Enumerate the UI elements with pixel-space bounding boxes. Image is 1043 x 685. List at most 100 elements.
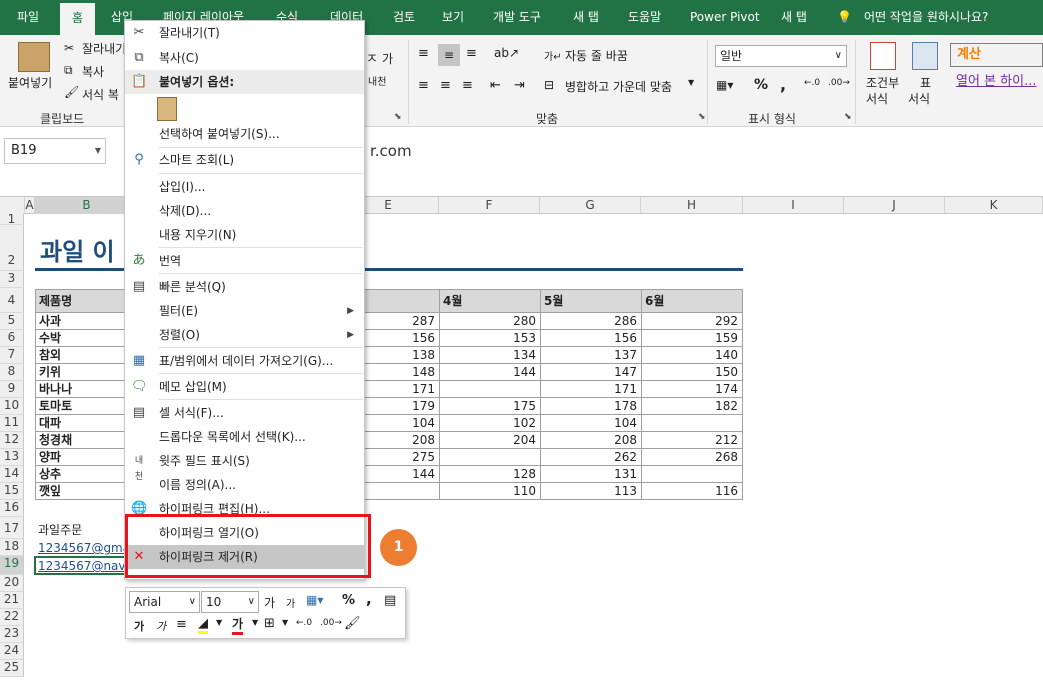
tab-file[interactable]: 파일 [17, 0, 39, 35]
value-cell-f[interactable]: 144 [439, 364, 541, 381]
value-cell-e[interactable]: 287 [364, 313, 440, 330]
menu-filter[interactable]: 필터(E) ▶ [125, 299, 364, 323]
tab-help[interactable]: 도움말 [628, 0, 661, 35]
row-header[interactable]: 11 [0, 415, 24, 432]
wrap-text-button[interactable]: 자동 줄 바꿈 [565, 47, 628, 64]
name-box[interactable]: B19 ▼ [4, 138, 106, 164]
value-cell-e[interactable]: 144 [364, 466, 440, 483]
row-header[interactable]: 23 [0, 626, 24, 643]
value-cell-h[interactable]: 292 [641, 313, 743, 330]
value-cell-h[interactable] [641, 466, 743, 483]
menu-pick-dropdown[interactable]: 드롭다운 목록에서 선택(K)... [125, 425, 364, 449]
value-cell-f[interactable]: 153 [439, 330, 541, 347]
formula-input[interactable]: r.com [370, 142, 412, 160]
style-calculation[interactable]: 계산 [950, 43, 1043, 67]
menu-get-data[interactable]: ▦ 표/범위에서 데이터 가져오기(G)... [125, 349, 364, 373]
value-cell-f[interactable]: 175 [439, 398, 541, 415]
menu-delete[interactable]: 삭제(D)... [125, 199, 364, 223]
product-name-cell[interactable]: 사과 [35, 313, 130, 330]
col-header-a[interactable]: A [25, 197, 35, 214]
font-color-icon[interactable]: 가 [232, 615, 244, 635]
font-select[interactable]: Arial ∨ [129, 591, 200, 613]
value-cell-h[interactable]: 159 [641, 330, 743, 347]
value-cell-e[interactable]: 104 [364, 415, 440, 432]
menu-insert-comment[interactable]: 🗨 메모 삽입(M) [125, 375, 364, 399]
value-cell-g[interactable]: 131 [540, 466, 642, 483]
percent-style-button[interactable]: % [754, 77, 768, 93]
format-as-table-button[interactable]: 표 [920, 74, 931, 91]
value-cell-e[interactable]: 208 [364, 432, 440, 449]
merge-center-button[interactable]: 병합하고 가운데 맞춤 [565, 78, 672, 95]
row-header[interactable]: 15 [0, 483, 24, 500]
chevron-down-icon[interactable]: ▼ [216, 618, 222, 627]
product-name-cell[interactable]: 대파 [35, 415, 130, 432]
chevron-down-icon[interactable]: ▼ [252, 618, 258, 627]
row-header[interactable]: 8 [0, 364, 24, 381]
menu-paste-special[interactable]: 선택하여 붙여넣기(S)... [125, 122, 364, 146]
product-name-cell[interactable]: 청경채 [35, 432, 130, 449]
menu-copy[interactable]: ⧉ 복사(C) [125, 46, 364, 70]
menu-phonetic-field[interactable]: 내천 윗주 필드 표시(S) [125, 449, 364, 482]
brush-icon[interactable]: 🖌 [344, 616, 361, 631]
align-bottom-icon[interactable]: ≡ [466, 46, 477, 61]
value-cell-h[interactable]: 150 [641, 364, 743, 381]
increase-decimal-icon[interactable]: ←.0 [804, 78, 820, 88]
value-cell-h[interactable]: 212 [641, 432, 743, 449]
tab-review[interactable]: 검토 [393, 0, 415, 35]
value-cell-e[interactable]: 156 [364, 330, 440, 347]
row-header[interactable]: 24 [0, 643, 24, 660]
product-name-cell[interactable]: 깻잎 [35, 483, 130, 500]
product-name-cell[interactable]: 바나나 [35, 381, 130, 398]
value-cell-g[interactable]: 262 [540, 449, 642, 466]
decrease-indent-icon[interactable]: ⇤ [490, 78, 501, 93]
row-header[interactable]: 1 [0, 213, 24, 225]
value-cell-e[interactable]: 179 [364, 398, 440, 415]
row-header[interactable]: 17 [0, 517, 24, 539]
value-cell-g[interactable]: 286 [540, 313, 642, 330]
menu-sort[interactable]: 정렬(O) ▶ [125, 323, 364, 347]
row-header[interactable]: 18 [0, 539, 24, 556]
menu-quick-analysis[interactable]: ▤ 빠른 분석(Q) [125, 275, 364, 299]
paste-option-icon[interactable] [157, 97, 177, 121]
orientation-icon[interactable]: ab↗ [494, 46, 519, 60]
font-grow-icon[interactable]: 가 [264, 594, 275, 611]
increase-decimal-icon[interactable]: ←.0 [296, 618, 312, 628]
align-top-icon[interactable]: ≡ [418, 46, 429, 61]
menu-cut[interactable]: ✂ 잘라내기(T) [125, 21, 364, 45]
value-cell-f[interactable]: 204 [439, 432, 541, 449]
row-header[interactable]: 19 [0, 556, 24, 575]
tab-developer[interactable]: 개발 도구 [493, 0, 541, 35]
percent-button[interactable]: % [342, 593, 355, 608]
align-left-icon[interactable]: ≡ [418, 78, 429, 93]
tab-view[interactable]: 보기 [442, 0, 464, 35]
menu-clear-contents[interactable]: 내용 지우기(N) [125, 223, 364, 247]
value-cell-h[interactable]: 174 [641, 381, 743, 398]
font-size-select[interactable]: 10 ∨ [201, 591, 259, 613]
value-cell-g[interactable]: 156 [540, 330, 642, 347]
dialog-launcher-icon[interactable]: ⬊ [844, 112, 852, 122]
col-header-k[interactable]: K [945, 197, 1043, 214]
value-cell-f[interactable] [439, 449, 541, 466]
tab-power-pivot[interactable]: Power Pivot [690, 0, 760, 35]
hyperlink-b19[interactable]: 1234567@nave [38, 559, 133, 573]
header-june[interactable]: 6월 [641, 289, 743, 313]
col-header-g[interactable]: G [540, 197, 641, 214]
row-header[interactable]: 21 [0, 592, 24, 609]
value-cell-f[interactable]: 110 [439, 483, 541, 500]
dialog-launcher-icon[interactable]: ⬊ [394, 112, 402, 122]
font-size-decrease-icon[interactable]: ㅈ [366, 48, 378, 67]
accounting-format-icon[interactable]: ▦▾ [716, 78, 733, 92]
dialog-launcher-icon[interactable]: ⬊ [698, 112, 706, 122]
chevron-down-icon[interactable]: ▼ [688, 78, 694, 87]
format-cells-icon[interactable]: ▤ [384, 593, 396, 608]
value-cell-h[interactable]: 116 [641, 483, 743, 500]
bold-icon[interactable]: 가 [134, 618, 144, 634]
value-cell-g[interactable]: 137 [540, 347, 642, 364]
value-cell-f[interactable]: 102 [439, 415, 541, 432]
value-cell-e[interactable]: 171 [364, 381, 440, 398]
menu-translate[interactable]: あ 번역 [125, 249, 364, 273]
format-painter-button[interactable]: 서식 복 [82, 86, 119, 103]
tab-new-1[interactable]: 새 탭 [573, 0, 599, 35]
value-cell-f[interactable] [439, 381, 541, 398]
value-cell-e[interactable] [364, 483, 440, 500]
